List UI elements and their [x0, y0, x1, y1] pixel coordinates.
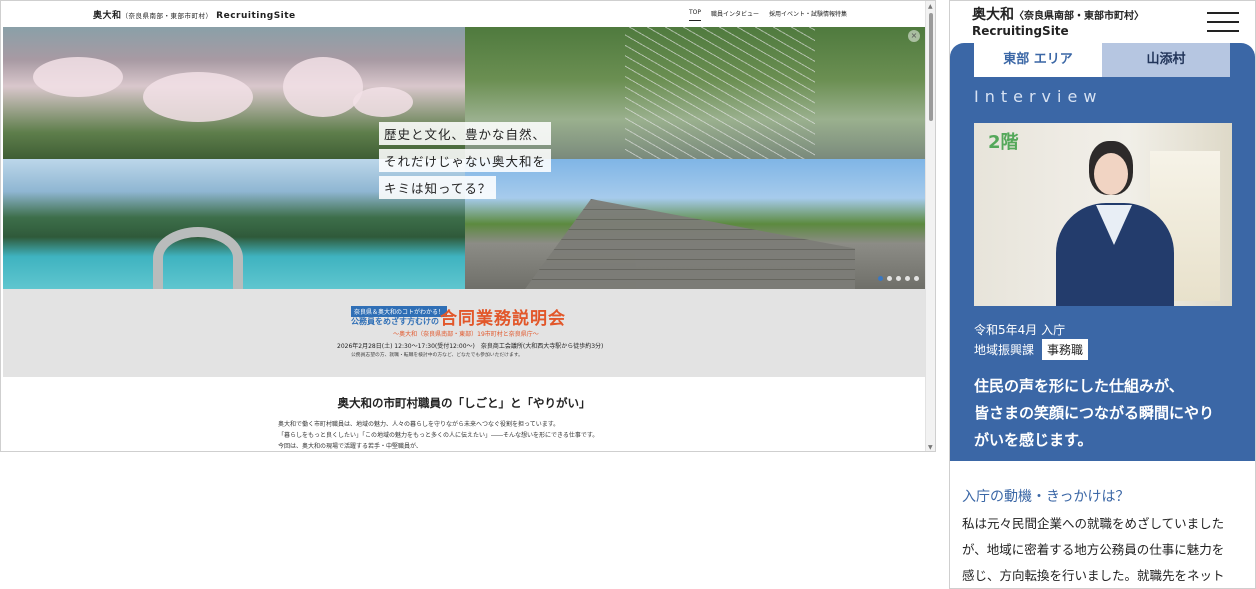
- hero-slideshow[interactable]: 歴史と文化、豊かな自然、 それだけじゃない奥大和を キミは知ってる？ ×: [3, 27, 925, 289]
- logo-area: （奈良県南部・東部市町村）: [121, 12, 213, 20]
- scroll-up-icon[interactable]: ▲: [928, 3, 933, 10]
- mobile-site-logo[interactable]: 奥大和〈奈良県南部・東部市町村〉 RecruitingSite: [972, 8, 1144, 38]
- motive-line: が、地域に密着する地方公務員の仕事に魅力を: [962, 542, 1225, 557]
- concept-paragraph: 奥大和で働く市町村職員は、地域の魅力、人々の暮らしを守りながら未来へつなぐ役割を…: [278, 421, 560, 428]
- slide-indicators: [878, 276, 919, 281]
- slide-dot-4[interactable]: [905, 276, 910, 281]
- site-logo[interactable]: 奥大和（奈良県南部・東部市町村） RecruitingSite: [93, 8, 296, 21]
- hero-catchcopy: 歴史と文化、豊かな自然、 それだけじゃない奥大和を キミは知ってる？: [379, 122, 552, 203]
- motive-line: 私は元々民間企業への就職をめざしていました: [962, 516, 1225, 531]
- motive-answer: 私は元々民間企業への就職をめざしていました が、地域に密着する地方公務員の仕事に…: [962, 511, 1248, 588]
- mobile-view: 奥大和〈奈良県南部・東部市町村〉 RecruitingSite 東部 エリア 山…: [949, 0, 1256, 589]
- tab-east-area[interactable]: 東部 エリア: [974, 43, 1102, 77]
- mobile-logo-area: 〈奈良県南部・東部市町村〉: [1014, 11, 1144, 22]
- interview-quote: 住民の声を形にした仕組みが、 皆さまの笑顔につながる瞬間にやり がいを感じます。: [974, 373, 1246, 454]
- catch-line-1: 歴史と文化、豊かな自然、: [379, 122, 552, 145]
- mobile-logo-suffix: RecruitingSite: [972, 24, 1069, 38]
- close-icon[interactable]: ×: [908, 30, 920, 42]
- role-badge: 事務職: [1042, 339, 1089, 360]
- concept-body: 奥大和で働く市町村職員は、地域の魅力、人々の暮らしを守りながら未来へつなぐ役割を…: [278, 419, 599, 451]
- department-name: 地域振興課: [974, 343, 1035, 357]
- slide-dot-3[interactable]: [896, 276, 901, 281]
- motive-question: 入庁の動機・きっかけは？: [962, 489, 1130, 505]
- quote-line: 皆さまの笑顔につながる瞬間にやり: [974, 404, 1215, 422]
- banner-note: 公務員志望の方、就職・転職を検討中の方など、どなたでも参加いただけます。: [351, 353, 523, 358]
- floor-sign: 2階: [988, 132, 1019, 153]
- department-row: 地域振興課 事務職: [974, 339, 1089, 360]
- interview-label: Interview: [974, 87, 1103, 106]
- catch-line-3: キミは知ってる？: [379, 176, 497, 199]
- scroll-down-icon[interactable]: ▼: [928, 444, 933, 451]
- staff-photo: 2階: [974, 123, 1232, 306]
- concept-paragraph: 今回は、奥大和の現場で活躍する若手・中堅職員が、: [278, 443, 422, 450]
- slide-dot-5[interactable]: [914, 276, 919, 281]
- global-nav: TOP 職員インタビュー 採用イベント・試験情報特集: [688, 9, 847, 21]
- scrollbar-thumb[interactable]: [929, 13, 933, 121]
- desktop-view: 奥大和（奈良県南部・東部市町村） RecruitingSite TOP 職員イン…: [0, 0, 936, 452]
- banner-target: 公務員をめざす方むけの: [351, 317, 439, 326]
- logo-suffix: RecruitingSite: [216, 11, 296, 21]
- quote-line: 住民の声を形にした仕組みが、: [974, 377, 1184, 395]
- concept-heading: 奥大和の市町村職員の「しごと」と「やりがい」: [337, 396, 591, 410]
- event-banner[interactable]: 奈良県＆奥大和のコトがわかる！ 公務員をめざす方むけの 合同業務説明会 ～奥大和…: [3, 289, 925, 377]
- site-header: 奥大和（奈良県南部・東部市町村） RecruitingSite TOP 職員イン…: [1, 1, 927, 27]
- banner-datetime: 2026年2月28日(土) 12:30～17:30(受付12:00～) 奈良商工…: [337, 343, 604, 350]
- area-tabs: 東部 エリア 山添村: [974, 43, 1230, 77]
- vertical-scrollbar[interactable]: ▲ ▼: [925, 1, 935, 451]
- interview-card: 東部 エリア 山添村 Interview 2階 令和5年4月 入庁 地域振興課 …: [950, 43, 1255, 461]
- nav-top[interactable]: TOP: [688, 9, 701, 21]
- concept-section: 奥大和の市町村職員の「しごと」と「やりがい」 奥大和で働く市町村職員は、地域の魅…: [3, 377, 925, 451]
- tab-yamazoe[interactable]: 山添村: [1102, 43, 1230, 77]
- banner-title: 合同業務説明会: [440, 309, 566, 329]
- logo-name: 奥大和: [93, 11, 122, 21]
- mobile-logo-name: 奥大和: [972, 7, 1014, 23]
- nav-staff-interview[interactable]: 職員インタビュー: [711, 9, 759, 21]
- concept-paragraph: 「暮らしをもっと良くしたい」「この地域の魅力をもっと多くの人に伝えたい」――そん…: [278, 432, 599, 439]
- slide-dot-1[interactable]: [878, 276, 883, 281]
- slide-dot-2[interactable]: [887, 276, 892, 281]
- mobile-header: 奥大和〈奈良県南部・東部市町村〉 RecruitingSite: [950, 1, 1255, 43]
- joined-date: 令和5年4月 入庁: [974, 323, 1066, 337]
- banner-subtitle: ～奥大和（奈良県南部・東部）19市町村と奈良県庁～: [393, 331, 539, 338]
- motive-line: 感じ、方向転換を行いました。就職先をネット: [962, 568, 1225, 583]
- hamburger-icon[interactable]: [1207, 12, 1239, 34]
- nav-recruit-events[interactable]: 採用イベント・試験情報特集: [769, 9, 847, 21]
- quote-line: がいを感じます。: [974, 431, 1093, 449]
- catch-line-2: それだけじゃない奥大和を: [379, 149, 552, 172]
